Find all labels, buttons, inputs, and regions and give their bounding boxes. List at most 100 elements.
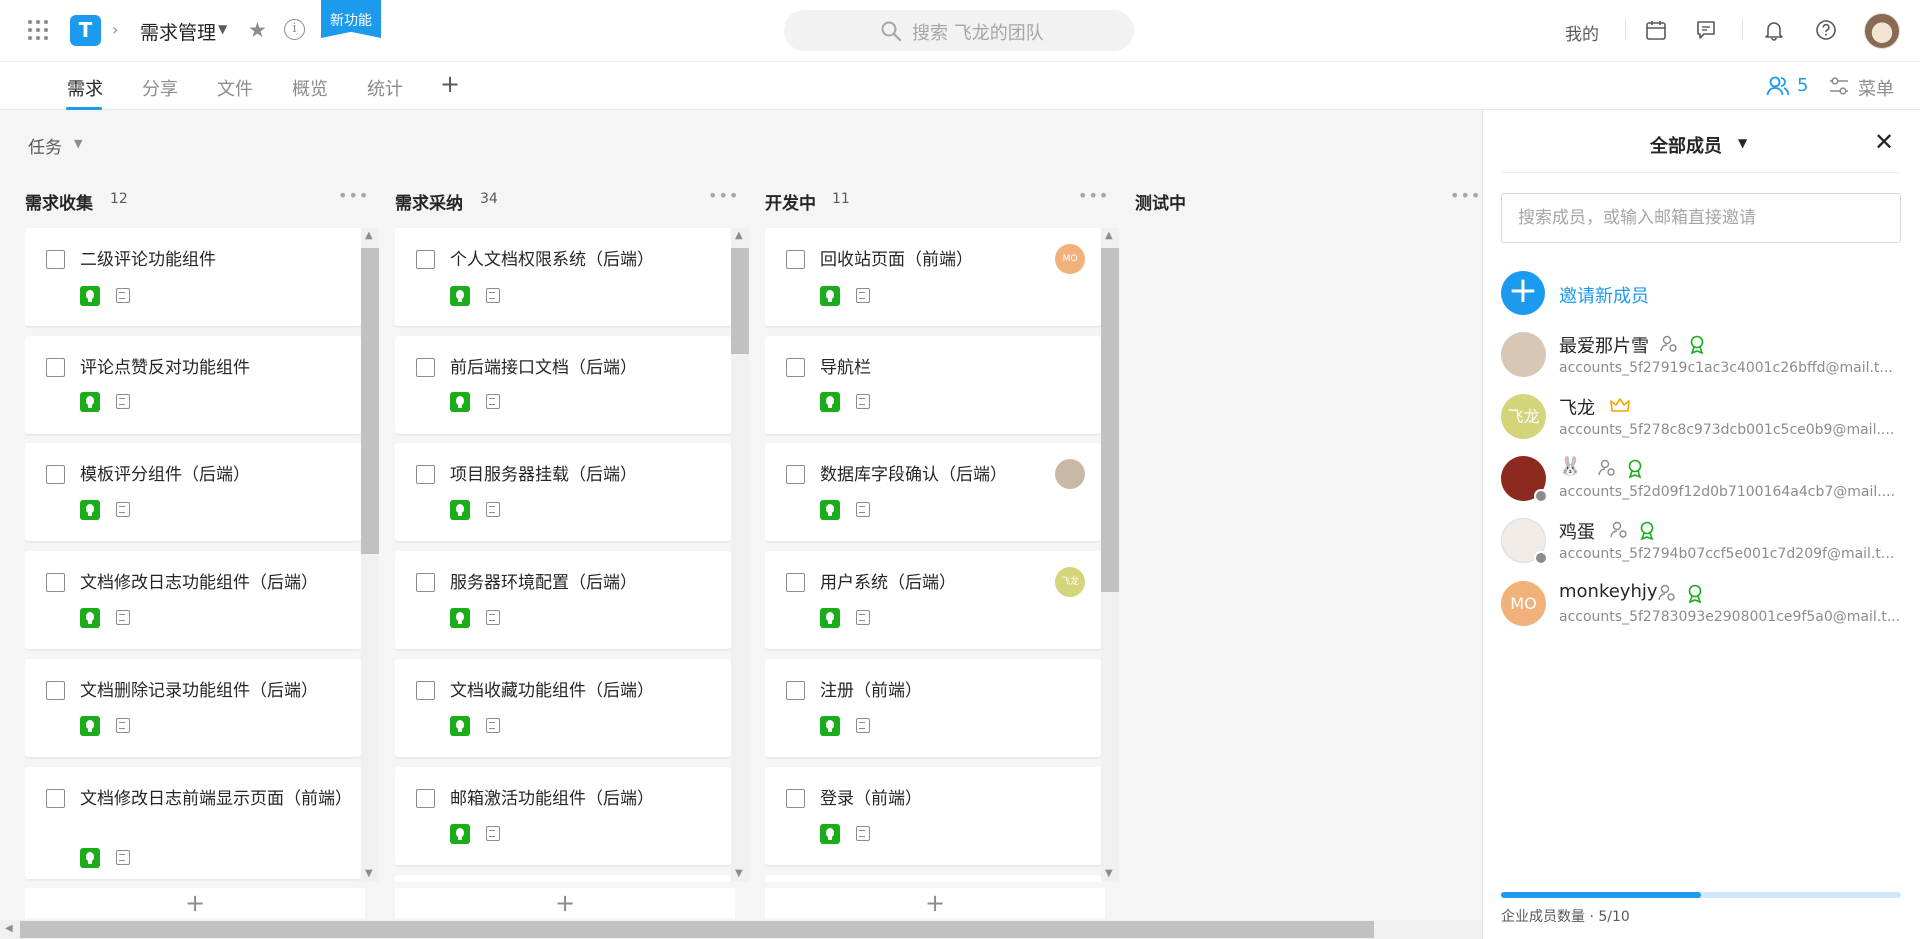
member-role-icon[interactable]: [1609, 520, 1629, 540]
task-checkbox[interactable]: [416, 789, 435, 808]
task-card[interactable]: 模板评分组件（后端）: [25, 443, 361, 541]
invite-member-button[interactable]: 邀请新成员: [1559, 282, 1649, 308]
task-card[interactable]: 二级评论功能组件: [25, 228, 361, 326]
task-card[interactable]: 文档修改日志功能组件（后端）: [25, 551, 361, 649]
task-card[interactable]: [765, 875, 1101, 882]
add-task-button[interactable]: +: [765, 888, 1105, 918]
star-icon[interactable]: ★: [248, 18, 267, 42]
member-search-input[interactable]: [1501, 193, 1901, 243]
add-tab-button[interactable]: +: [440, 70, 460, 98]
task-checkbox[interactable]: [46, 573, 65, 592]
task-card[interactable]: 前后端接口文档（后端）: [395, 336, 731, 434]
task-card[interactable]: 数据库字段确认（后端）: [765, 443, 1101, 541]
add-task-button[interactable]: +: [395, 888, 735, 918]
help-icon[interactable]: [1815, 19, 1837, 41]
bell-icon[interactable]: [1763, 19, 1785, 41]
task-card[interactable]: 评论点赞反对功能组件: [25, 336, 361, 434]
member-item[interactable]: 鸡蛋 accounts_5f2794b07ccf5e001c7d209f@mai…: [1501, 518, 1911, 574]
task-card[interactable]: 文档修改日志前端显示页面（前端）: [25, 767, 361, 879]
scroll-left-icon[interactable]: ◀: [5, 923, 13, 934]
task-checkbox[interactable]: [786, 681, 805, 700]
task-card[interactable]: 文档收藏功能组件（后端）: [395, 659, 731, 757]
task-checkbox[interactable]: [416, 465, 435, 484]
note-icon: [486, 610, 500, 625]
app-grid-icon[interactable]: [28, 20, 48, 40]
assignee-avatar[interactable]: 飞龙: [1055, 567, 1085, 597]
more-icon[interactable]: •••: [338, 186, 369, 205]
tab-share[interactable]: 分享: [142, 75, 178, 101]
task-card[interactable]: 文档删除记录功能组件（后端）: [25, 659, 361, 757]
badge-icon: [1625, 458, 1645, 478]
task-card[interactable]: 项目服务器挂载（后端）: [395, 443, 731, 541]
app-logo[interactable]: T: [70, 15, 101, 46]
panel-title[interactable]: 全部成员: [1650, 132, 1722, 158]
task-checkbox[interactable]: [416, 358, 435, 377]
tab-overview[interactable]: 概览: [292, 75, 328, 101]
task-checkbox[interactable]: [786, 789, 805, 808]
task-checkbox[interactable]: [786, 358, 805, 377]
task-card[interactable]: 用户系统（后端） 飞龙: [765, 551, 1101, 649]
task-checkbox[interactable]: [786, 465, 805, 484]
member-item[interactable]: 飞龙 飞龙 accounts_5f278c8c973dcb001c5ce0b9@…: [1501, 394, 1911, 450]
chevron-down-icon[interactable]: ▼: [1738, 136, 1747, 150]
task-card[interactable]: 导航栏: [765, 336, 1101, 434]
member-role-icon[interactable]: [1657, 583, 1677, 603]
plus-icon[interactable]: +: [1501, 271, 1545, 315]
members-icon[interactable]: [1766, 75, 1790, 97]
column-scrollbar[interactable]: ▲ ▼: [731, 228, 749, 882]
task-card[interactable]: 登录（前端）: [765, 767, 1101, 865]
message-icon[interactable]: [1695, 19, 1717, 41]
close-icon[interactable]: ✕: [1874, 128, 1894, 156]
task-card[interactable]: 注册（前端）: [765, 659, 1101, 757]
project-name[interactable]: 需求管理: [140, 18, 216, 45]
column-count: 12: [110, 191, 128, 207]
task-checkbox[interactable]: [46, 250, 65, 269]
requirement-type-icon: [820, 286, 840, 306]
assignee-avatar[interactable]: [1055, 459, 1085, 489]
task-checkbox[interactable]: [46, 789, 65, 808]
sliders-icon[interactable]: [1828, 76, 1850, 96]
column-title: 需求收集: [25, 194, 93, 214]
task-card[interactable]: 邮箱激活功能组件（后端）: [395, 767, 731, 865]
more-icon[interactable]: •••: [1078, 186, 1109, 205]
task-checkbox[interactable]: [46, 358, 65, 377]
add-task-button[interactable]: +: [25, 888, 365, 918]
task-checkbox[interactable]: [46, 681, 65, 700]
member-item[interactable]: 最爱那片雪 accounts_5f27919c1ac3c4001c26bffd@…: [1501, 332, 1911, 388]
task-title: 项目服务器挂载（后端）: [450, 465, 637, 485]
user-avatar[interactable]: [1864, 13, 1900, 49]
info-icon[interactable]: i: [284, 19, 305, 40]
column-scrollbar[interactable]: ▲ ▼: [1101, 228, 1119, 882]
task-checkbox[interactable]: [46, 465, 65, 484]
task-card[interactable]: 个人文档权限系统（后端）: [395, 228, 731, 326]
tab-files[interactable]: 文件: [217, 75, 253, 101]
task-checkbox[interactable]: [786, 573, 805, 592]
task-checkbox[interactable]: [786, 250, 805, 269]
more-icon[interactable]: •••: [708, 186, 739, 205]
task-card[interactable]: 服务器环境配置（后端）: [395, 551, 731, 649]
task-checkbox[interactable]: [416, 681, 435, 700]
member-item[interactable]: 🐰 accounts_5f2d09f12d0b7100164a4cb7@mail…: [1501, 456, 1911, 512]
tab-requirements[interactable]: 需求: [67, 75, 103, 101]
members-count[interactable]: 5: [1797, 75, 1808, 96]
menu-button[interactable]: 菜单: [1858, 75, 1894, 101]
task-filter[interactable]: 任务: [28, 133, 62, 158]
chevron-down-icon[interactable]: ▼: [218, 22, 227, 36]
task-checkbox[interactable]: [416, 250, 435, 269]
board-column: 个人文档权限系统（后端） 前后端接口文档（后端） 项目服务器挂载（后端） 服务器…: [395, 228, 731, 882]
chevron-down-icon[interactable]: ▼: [74, 137, 82, 150]
divider: [1742, 20, 1743, 40]
task-checkbox[interactable]: [416, 573, 435, 592]
member-item[interactable]: MO monkeyhjy accounts_5f2783093e2908001c…: [1501, 581, 1911, 637]
task-card[interactable]: 回收站页面（前端） MO: [765, 228, 1101, 326]
calendar-icon[interactable]: [1645, 19, 1667, 41]
tab-statistics[interactable]: 统计: [367, 75, 403, 101]
scrollbar-thumb[interactable]: [20, 921, 1374, 938]
member-role-icon[interactable]: [1659, 334, 1679, 354]
column-scrollbar[interactable]: ▲ ▼: [361, 228, 379, 882]
mine-link[interactable]: 我的: [1565, 20, 1599, 45]
more-icon[interactable]: •••: [1450, 186, 1481, 205]
task-card[interactable]: [395, 875, 731, 882]
assignee-avatar[interactable]: MO: [1055, 244, 1085, 274]
member-role-icon[interactable]: [1597, 458, 1617, 478]
